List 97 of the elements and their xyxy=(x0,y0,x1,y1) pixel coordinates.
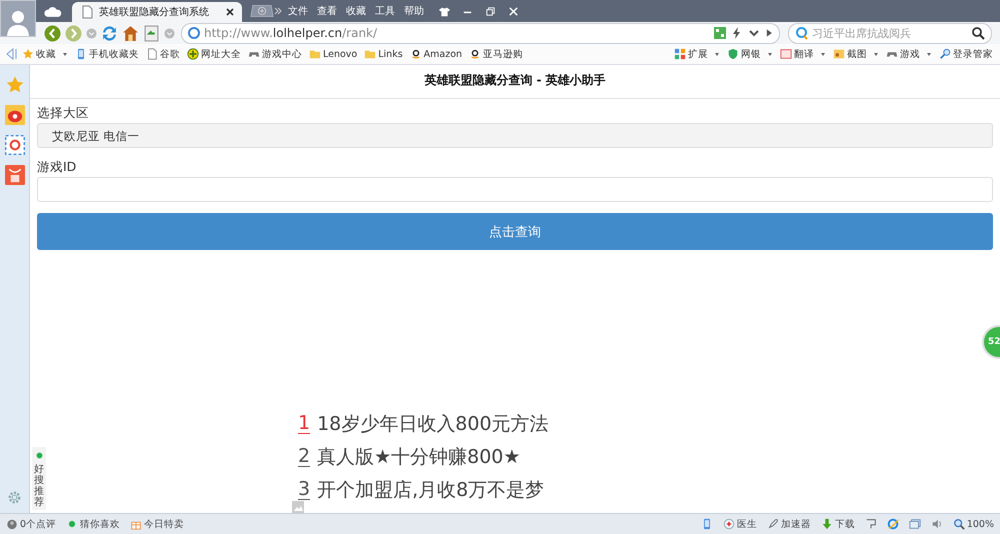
play-icon[interactable] xyxy=(764,28,774,38)
browser-icon[interactable] xyxy=(886,518,899,530)
ad-link[interactable]: 18岁少年日收入800元方法 xyxy=(317,411,549,437)
shirt-icon[interactable] xyxy=(439,6,450,16)
status-item[interactable]: 医生 xyxy=(722,518,757,530)
page-title: 英雄联盟隐藏分查询 - 英雄小助手 xyxy=(30,65,1000,99)
toolbar-item[interactable]: 扩展 xyxy=(674,48,708,60)
settings-icon[interactable] xyxy=(7,490,22,505)
status-item[interactable]: 今日特卖 xyxy=(130,518,184,530)
eye-icon[interactable] xyxy=(4,105,24,125)
phone-icon xyxy=(75,48,87,60)
status-item[interactable]: 加速器 xyxy=(766,518,811,530)
logo-icon xyxy=(410,48,422,60)
face-icon xyxy=(6,518,18,530)
bookmark-item[interactable]: 游戏中心 xyxy=(248,48,302,60)
menu-item[interactable]: 查看 xyxy=(317,4,337,18)
new-tab-button[interactable] xyxy=(250,4,274,18)
bookmark-item[interactable]: 手机收藏夹 xyxy=(75,48,139,60)
toolbar-item[interactable]: 游戏 xyxy=(886,48,920,60)
ad-link[interactable]: 真人版★十分钟赚800★ xyxy=(317,444,520,470)
search-bar[interactable]: 习近平出席抗战阅兵 xyxy=(788,22,992,44)
shield-icon xyxy=(727,48,739,60)
screenshot-icon xyxy=(833,48,845,60)
page-icon xyxy=(80,5,94,19)
dot-icon xyxy=(34,450,44,461)
menu-item[interactable]: 收藏 xyxy=(346,4,366,18)
restore-icon[interactable] xyxy=(485,6,496,16)
toolbar-item[interactable]: 翻译 xyxy=(780,48,814,60)
bookmark-item[interactable]: Lenovo xyxy=(309,48,358,60)
bookmark-item[interactable]: 谷歌 xyxy=(146,48,180,60)
undo-tab-button[interactable] xyxy=(143,24,160,42)
logo-icon xyxy=(469,48,482,60)
image-icon xyxy=(292,501,304,513)
bookmark-item[interactable]: 收藏 xyxy=(22,48,56,60)
field-label: 游戏ID xyxy=(37,159,78,176)
toolbar-item[interactable]: 截图 xyxy=(833,48,867,60)
zoom-icon xyxy=(952,518,965,530)
status-item[interactable]: 100% xyxy=(952,518,994,530)
caret-icon[interactable] xyxy=(821,52,825,56)
search-icon[interactable] xyxy=(971,26,985,40)
ad-number: 2 xyxy=(298,446,310,468)
bookmark-item[interactable]: Amazon xyxy=(410,48,462,60)
browser-tab[interactable]: 英雄联盟隐藏分查询系统 xyxy=(72,2,242,22)
bookmark-item[interactable]: Links xyxy=(364,48,403,60)
bookmark-item[interactable]: 亚马逊购 xyxy=(469,48,524,60)
status-item[interactable]: 下载 xyxy=(820,518,855,530)
caret-icon[interactable] xyxy=(874,52,878,56)
caret-icon[interactable] xyxy=(927,52,931,56)
toolbar-item[interactable]: 网银 xyxy=(727,48,761,60)
chevron-icon[interactable] xyxy=(274,7,282,15)
refresh-button[interactable] xyxy=(101,24,118,42)
download-icon xyxy=(820,518,833,530)
menu-item[interactable]: 帮助 xyxy=(404,4,424,18)
menu-item[interactable]: 文件 xyxy=(288,4,308,18)
status-item[interactable]: 猜你喜欢 xyxy=(66,518,120,530)
back-button[interactable] xyxy=(44,24,61,42)
tab-title: 英雄联盟隐藏分查询系统 xyxy=(99,6,210,19)
avatar[interactable] xyxy=(0,0,36,37)
cloud-icon[interactable] xyxy=(44,6,62,16)
recommend-tab[interactable]: 好搜推荐 xyxy=(32,447,46,510)
close-icon[interactable] xyxy=(226,8,234,16)
window-icon[interactable] xyxy=(908,518,921,530)
input-field[interactable] xyxy=(37,177,993,202)
caret-icon[interactable] xyxy=(768,52,772,56)
ad-number: 1 xyxy=(298,414,310,434)
bookmark-item[interactable]: 网址大全 xyxy=(187,48,241,60)
speaker-icon[interactable] xyxy=(930,518,943,530)
dot-icon xyxy=(66,518,78,530)
sidebar-toggle-icon[interactable] xyxy=(4,47,18,61)
discount-icon[interactable] xyxy=(4,165,24,185)
globe-icon xyxy=(187,26,201,40)
menu-item[interactable]: 工具 xyxy=(375,4,395,18)
ad-number: 3 xyxy=(298,480,310,500)
star-icon[interactable] xyxy=(4,75,24,95)
status-item[interactable]: 0个点评 xyxy=(6,518,56,530)
folder-icon xyxy=(309,48,321,60)
at-sign-icon[interactable] xyxy=(4,135,24,155)
document-icon xyxy=(146,48,158,60)
folder-icon xyxy=(364,48,376,60)
region-select[interactable]: 艾欧尼亚 电信一 xyxy=(37,123,993,148)
medical-icon xyxy=(722,518,735,530)
grid-icon xyxy=(674,48,686,60)
field-label: 选择大区 xyxy=(37,105,90,122)
home-button[interactable] xyxy=(122,24,139,42)
caret-icon[interactable] xyxy=(715,52,719,56)
url-text: http://www.lolhelper.cn/rank/ xyxy=(204,26,378,40)
recommend-label: 好搜推荐 xyxy=(34,464,44,508)
search-field[interactable]: 习近平出席抗战阅兵 xyxy=(812,26,968,40)
globe-icon xyxy=(187,48,199,60)
query-button[interactable]: 点击查询 xyxy=(37,213,993,250)
star-icon xyxy=(22,48,34,60)
search-engine-icon[interactable] xyxy=(795,26,809,40)
key-icon xyxy=(939,48,951,60)
toolbar-item[interactable]: 登录管家 xyxy=(939,48,993,60)
caret-icon[interactable] xyxy=(63,52,67,56)
ad-link[interactable]: 开个加盟店,月收8万不是梦 xyxy=(317,477,544,503)
address-bar[interactable]: http://www.lolhelper.cn/rank/ xyxy=(181,22,780,44)
